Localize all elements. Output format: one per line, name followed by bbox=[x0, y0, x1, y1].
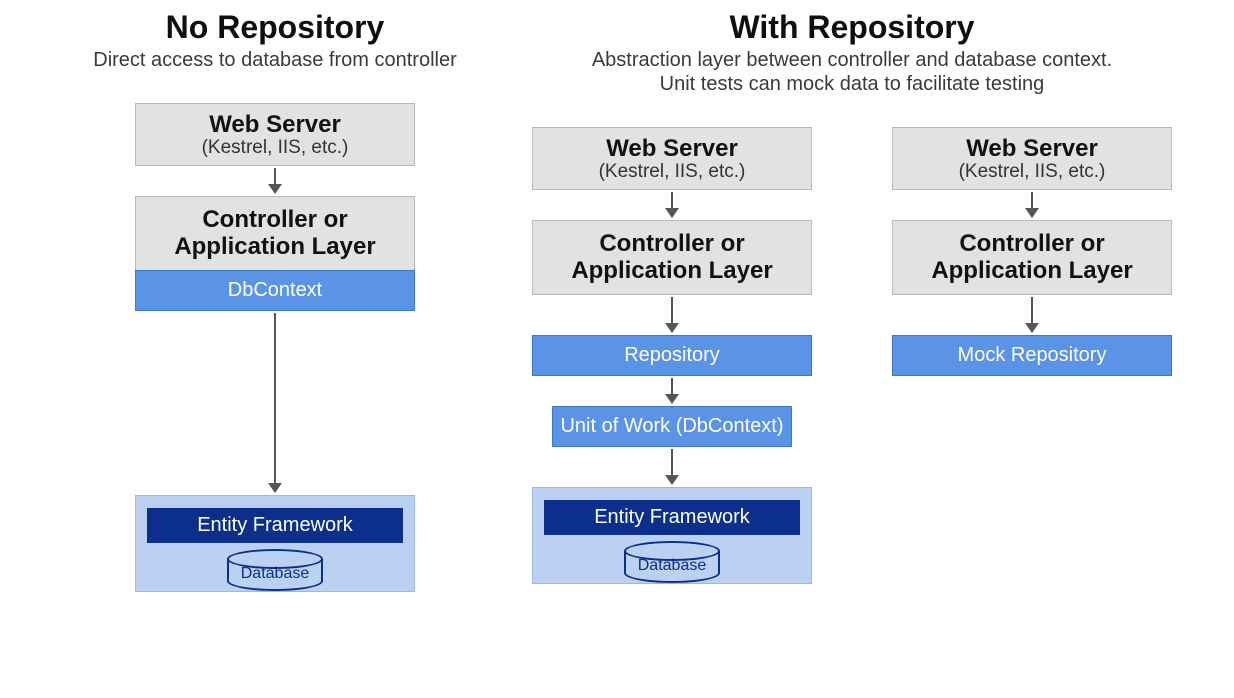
arrow-icon bbox=[665, 297, 679, 333]
web-server-sub: (Kestrel, IIS, etc.) bbox=[897, 161, 1167, 183]
no-repo-title: No Repository bbox=[166, 10, 385, 45]
arrow-icon bbox=[268, 168, 282, 194]
controller-line2: Application Layer bbox=[539, 258, 805, 284]
web-server-box: Web Server (Kestrel, IIS, etc.) bbox=[532, 127, 812, 190]
controller-box: Controller or Application Layer bbox=[892, 220, 1172, 295]
entity-framework-box: Entity Framework Database bbox=[532, 487, 812, 584]
no-repository-column: No Repository Direct access to database … bbox=[40, 10, 510, 698]
entity-framework-label: Entity Framework bbox=[147, 508, 403, 543]
entity-framework-label: Entity Framework bbox=[544, 500, 800, 535]
controller-line1: Controller or bbox=[539, 231, 805, 257]
with-repo-subtitle-2: Unit tests can mock data to facilitate t… bbox=[660, 71, 1045, 97]
arrow-icon bbox=[268, 313, 282, 493]
with-repo-pair: Web Server (Kestrel, IIS, etc.) Controll… bbox=[522, 127, 1182, 584]
mock-repository-box: Mock Repository bbox=[892, 335, 1172, 376]
with-repository-column: With Repository Abstraction layer betwee… bbox=[510, 10, 1194, 698]
arrow-icon bbox=[665, 378, 679, 404]
repository-box: Repository bbox=[532, 335, 812, 376]
no-repo-stack: Web Server (Kestrel, IIS, etc.) Controll… bbox=[125, 103, 425, 592]
no-repo-subtitle: Direct access to database from controlle… bbox=[93, 47, 457, 73]
diagram-root: No Repository Direct access to database … bbox=[0, 0, 1234, 698]
web-server-title: Web Server bbox=[140, 112, 410, 137]
entity-framework-box: Entity Framework Database bbox=[135, 495, 415, 592]
web-server-sub: (Kestrel, IIS, etc.) bbox=[140, 137, 410, 159]
repo-stack: Web Server (Kestrel, IIS, etc.) Controll… bbox=[522, 127, 822, 584]
database-icon: Database bbox=[227, 549, 323, 583]
web-server-box: Web Server (Kestrel, IIS, etc.) bbox=[135, 103, 415, 166]
mock-stack: Web Server (Kestrel, IIS, etc.) Controll… bbox=[882, 127, 1182, 584]
controller-line1: Controller or bbox=[899, 231, 1165, 257]
web-server-sub: (Kestrel, IIS, etc.) bbox=[537, 161, 807, 183]
arrow-icon bbox=[665, 192, 679, 218]
arrow-icon bbox=[665, 449, 679, 485]
controller-box: Controller or Application Layer bbox=[135, 196, 415, 271]
database-label: Database bbox=[241, 565, 310, 583]
unit-of-work-box: Unit of Work (DbContext) bbox=[552, 406, 792, 447]
web-server-title: Web Server bbox=[537, 136, 807, 161]
web-server-title: Web Server bbox=[897, 136, 1167, 161]
controller-line2: Application Layer bbox=[142, 234, 408, 260]
database-label: Database bbox=[638, 557, 707, 575]
web-server-box: Web Server (Kestrel, IIS, etc.) bbox=[892, 127, 1172, 190]
controller-line2: Application Layer bbox=[899, 258, 1165, 284]
with-repo-title: With Repository bbox=[729, 10, 974, 45]
arrow-icon bbox=[1025, 192, 1039, 218]
dbcontext-box: DbContext bbox=[135, 270, 415, 311]
arrow-icon bbox=[1025, 297, 1039, 333]
database-icon: Database bbox=[624, 541, 720, 575]
controller-box: Controller or Application Layer bbox=[532, 220, 812, 295]
controller-line1: Controller or bbox=[142, 207, 408, 233]
with-repo-subtitle-1: Abstraction layer between controller and… bbox=[592, 47, 1112, 73]
